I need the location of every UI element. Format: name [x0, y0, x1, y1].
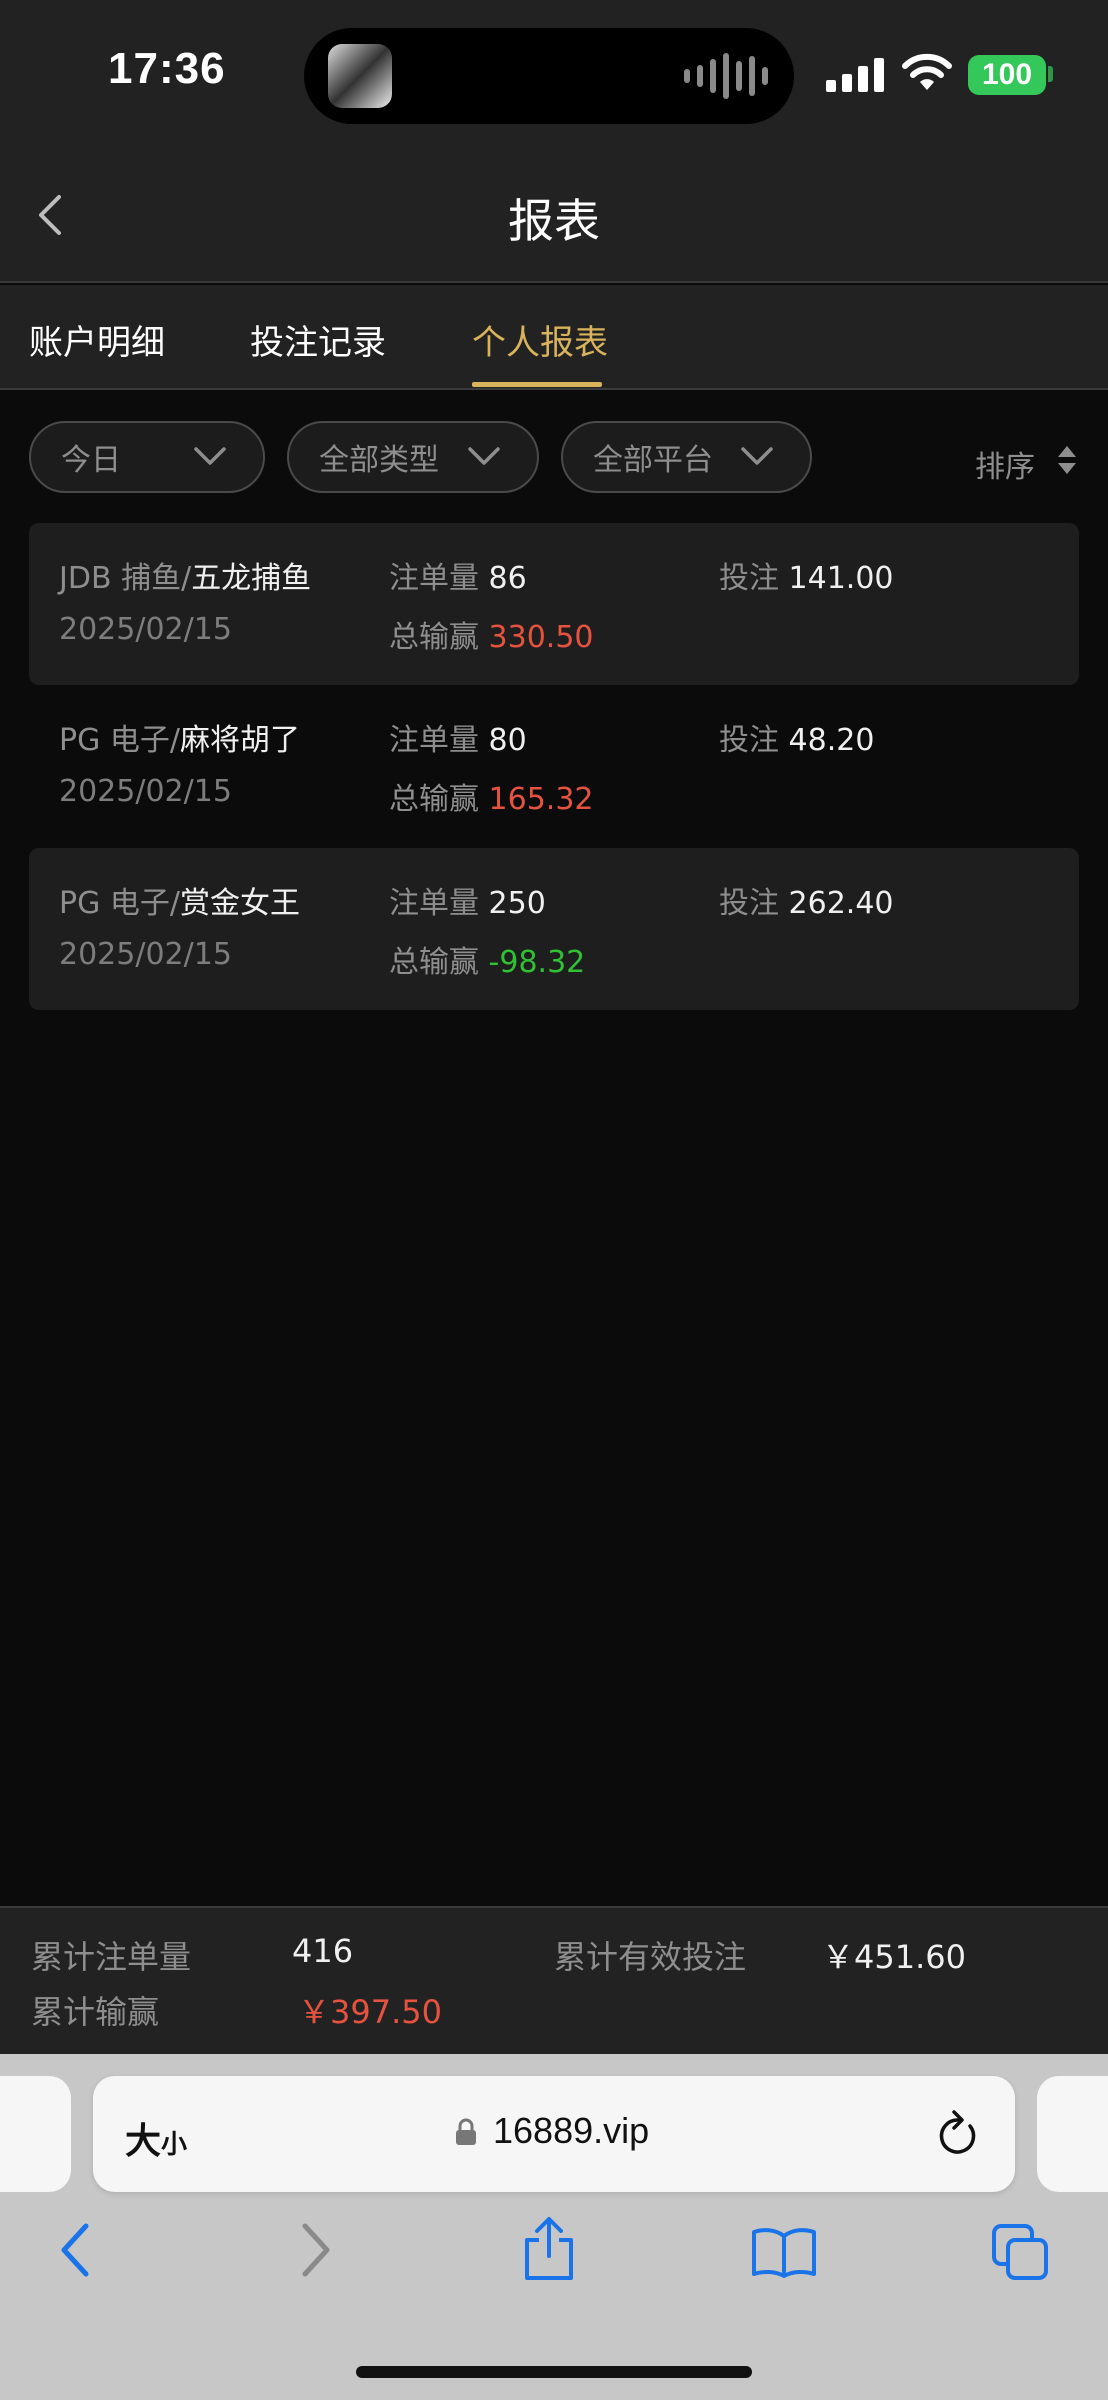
- status-bar: 17:36 100: [0, 0, 1108, 145]
- game-name: JDB 捕鱼/五龙捕鱼: [59, 553, 311, 597]
- platform-filter-dropdown[interactable]: 全部平台: [561, 421, 812, 493]
- bet-amount-label: 投注: [719, 723, 779, 758]
- platform-label: PG 电子/: [59, 723, 180, 758]
- game-title: 赏金女王: [179, 886, 300, 921]
- previous-tab-card[interactable]: [0, 2076, 71, 2192]
- game-name: PG 电子/赏金女王: [59, 878, 300, 922]
- page-title: 报表: [508, 194, 600, 248]
- tab-personal-report[interactable]: 个人报表: [472, 315, 608, 364]
- bet-count-value: 86: [488, 561, 527, 596]
- lock-icon: [456, 2118, 476, 2145]
- report-row[interactable]: PG 电子/赏金女王 2025/02/15 注单量 250 总输赢 -98.32…: [29, 848, 1079, 1010]
- next-tab-card[interactable]: [1037, 2076, 1108, 2192]
- win-loss-value: 330.50: [488, 620, 594, 655]
- bet-amount-value: 48.20: [788, 723, 875, 758]
- bet-count: 注单量 86: [389, 553, 527, 597]
- chevron-down-icon: [741, 447, 773, 465]
- forward-icon[interactable]: [299, 2222, 333, 2278]
- bet-count-value: 80: [488, 723, 527, 758]
- sort-icon[interactable]: [1056, 444, 1078, 476]
- type-filter-label: 全部类型: [319, 443, 439, 478]
- total-win-loss: 总输赢 165.32: [389, 774, 594, 818]
- record-date: 2025/02/15: [59, 612, 232, 647]
- total-win-loss: 总输赢 330.50: [389, 612, 594, 656]
- bet-amount: 投注 48.20: [719, 715, 874, 759]
- bet-amount: 投注 262.40: [719, 878, 894, 922]
- bet-amount-label: 投注: [719, 561, 779, 596]
- total-valid-bet-value: ￥451.60: [822, 1938, 966, 1976]
- report-row[interactable]: PG 电子/麻将胡了 2025/02/15 注单量 80 总输赢 165.32 …: [29, 685, 1079, 847]
- game-name: PG 电子/麻将胡了: [59, 715, 300, 759]
- total-win-loss-value: ￥397.50: [298, 1993, 442, 2031]
- chevron-down-icon: [468, 447, 500, 465]
- text-size-small: 小: [161, 2129, 188, 2159]
- bet-amount-value: 262.40: [788, 886, 894, 921]
- text-size-large: 大: [125, 2120, 162, 2161]
- win-loss-label: 总输赢: [389, 945, 479, 980]
- tab-bet-records[interactable]: 投注记录: [250, 315, 386, 364]
- dynamic-island: [304, 28, 794, 124]
- audio-wave-icon: [684, 52, 768, 100]
- game-title: 五龙捕鱼: [191, 561, 312, 596]
- platform-label: JDB 捕鱼/: [59, 561, 192, 596]
- tabs-icon[interactable]: [990, 2222, 1050, 2282]
- reload-icon[interactable]: [935, 2108, 981, 2160]
- type-filter-dropdown[interactable]: 全部类型: [287, 421, 539, 493]
- status-time: 17:36: [108, 44, 226, 93]
- platform-label: PG 电子/: [59, 886, 180, 921]
- summary-panel: 累计注单量 416 累计有效投注 ￥451.60 累计输赢 ￥397.50: [0, 1906, 1108, 2054]
- battery-indicator: 100: [968, 55, 1046, 95]
- url-text[interactable]: 16889.vip: [493, 2110, 649, 2152]
- total-win-loss-label: 累计输赢: [31, 1993, 160, 2031]
- win-loss-label: 总输赢: [389, 782, 479, 817]
- bet-count: 注单量 250: [389, 878, 546, 922]
- page-settings-button[interactable]: 大小: [125, 2112, 187, 2164]
- record-date: 2025/02/15: [59, 774, 232, 809]
- report-row[interactable]: JDB 捕鱼/五龙捕鱼 2025/02/15 注单量 86 总输赢 330.50…: [29, 523, 1079, 685]
- date-filter-dropdown[interactable]: 今日: [29, 421, 265, 493]
- wifi-icon: [902, 53, 952, 90]
- win-loss-value: -98.32: [488, 945, 586, 980]
- tab-bar: 账户明细 投注记录 个人报表: [0, 285, 1108, 390]
- back-icon[interactable]: [58, 2222, 92, 2278]
- sort-button[interactable]: 排序: [975, 442, 1035, 486]
- record-date: 2025/02/15: [59, 937, 232, 972]
- filter-bar: 今日 全部类型 全部平台 排序: [0, 392, 1108, 502]
- bet-count-value: 250: [488, 886, 546, 921]
- address-bar[interactable]: 大小 16889.vip: [93, 2076, 1015, 2192]
- total-valid-bet-label: 累计有效投注: [554, 1938, 747, 1976]
- bet-count-label: 注单量: [389, 561, 479, 596]
- tab-account-details[interactable]: 账户明细: [29, 315, 165, 364]
- total-win-loss: 总输赢 -98.32: [389, 937, 585, 981]
- cellular-signal-icon: [826, 58, 884, 92]
- date-filter-label: 今日: [61, 443, 121, 478]
- now-playing-thumbnail: [328, 44, 392, 108]
- bet-count: 注单量 80: [389, 715, 527, 759]
- total-count-value: 416: [292, 1932, 354, 1970]
- chevron-down-icon: [194, 447, 226, 465]
- share-icon[interactable]: [521, 2216, 577, 2282]
- battery-tip: [1048, 66, 1053, 82]
- total-count-label: 累计注单量: [31, 1938, 192, 1976]
- platform-filter-label: 全部平台: [593, 443, 713, 478]
- bet-count-label: 注单量: [389, 723, 479, 758]
- browser-toolbar: 大小 16889.vip: [0, 2054, 1108, 2400]
- bet-amount-value: 141.00: [788, 561, 894, 596]
- bet-amount-label: 投注: [719, 886, 779, 921]
- active-tab-indicator: [472, 382, 602, 387]
- game-title: 麻将胡了: [179, 723, 300, 758]
- bet-amount: 投注 141.00: [719, 553, 894, 597]
- bookmarks-icon[interactable]: [751, 2226, 817, 2278]
- win-loss-value: 165.32: [488, 782, 594, 817]
- nav-header: 报表: [0, 145, 1108, 283]
- home-indicator: [356, 2366, 752, 2378]
- win-loss-label: 总输赢: [389, 620, 479, 655]
- bet-count-label: 注单量: [389, 886, 479, 921]
